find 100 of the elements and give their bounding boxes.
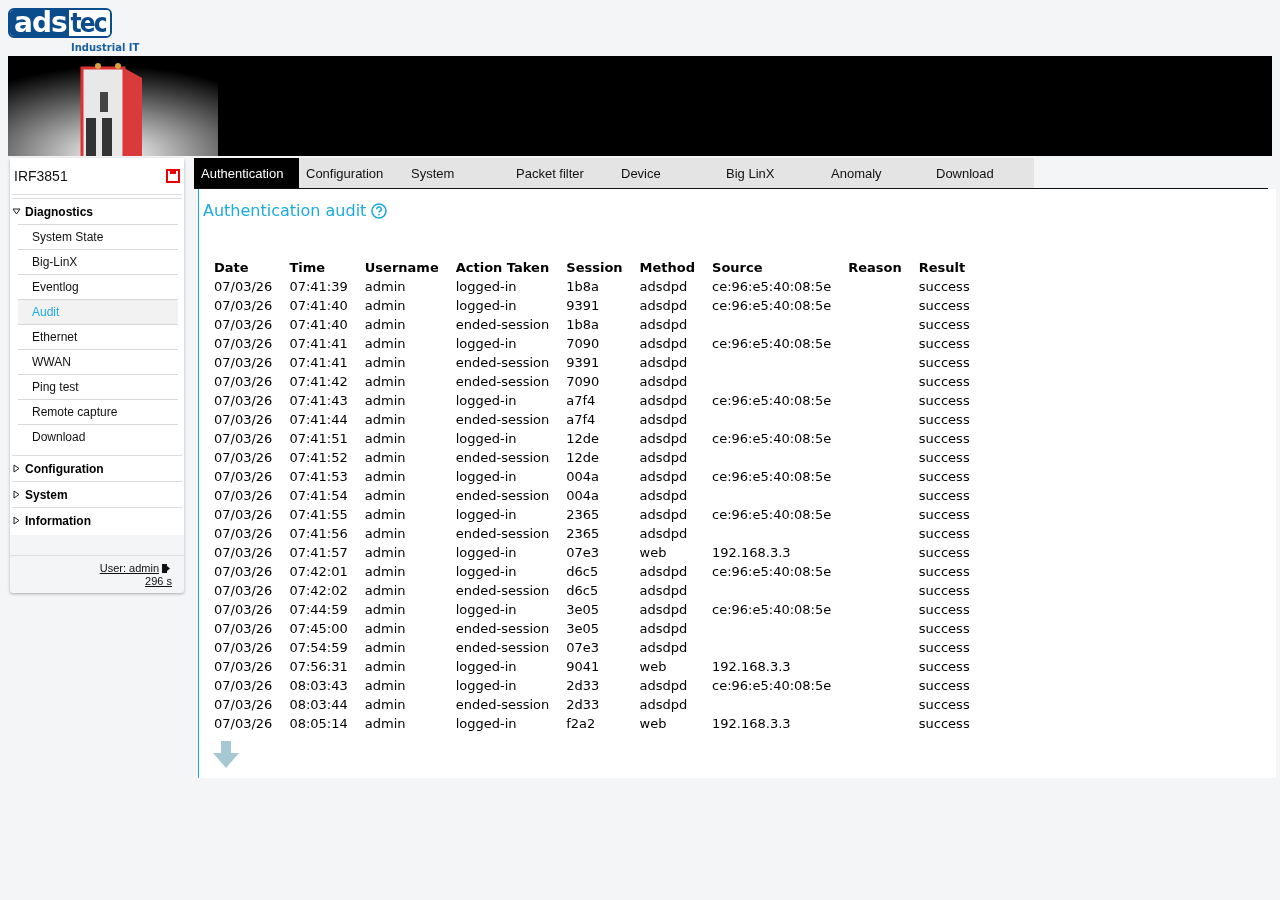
table-cell-text: ce:96:e5:40:08:5e — [711, 335, 833, 353]
table-cell-text: a7f4 — [565, 411, 597, 429]
section-label: Configuration — [25, 461, 104, 476]
table-cell-text: 07/03/26 — [213, 430, 274, 448]
table-cell-text: success — [917, 639, 971, 657]
tab[interactable]: Packet filter — [509, 158, 614, 188]
table-cell-text: ended-session — [454, 316, 551, 334]
arrow-down-icon[interactable] — [213, 741, 239, 768]
table-cell-text: adsdpd — [638, 297, 689, 315]
table-cell-text: 07/03/26 — [213, 696, 274, 714]
tab[interactable]: Configuration — [299, 158, 404, 188]
table-cell-text: logged-in — [454, 430, 518, 448]
table-cell-text: adsdpd — [638, 582, 689, 600]
table-cell-text: 07/03/26 — [213, 354, 274, 372]
table-cell-text: 07:45:00 — [288, 620, 349, 638]
table-cell-text: 07/03/26 — [213, 525, 274, 543]
tab[interactable]: Anomaly — [824, 158, 929, 188]
table-cell-text: 2d33 — [565, 696, 601, 714]
table-cell-text: adsdpd — [638, 316, 689, 334]
table-cell-text: 07/03/26 — [213, 601, 274, 619]
sidebar-section[interactable]: Configuration — [12, 455, 182, 481]
caret-down-icon — [12, 207, 21, 216]
sidebar-section[interactable]: Information — [12, 507, 182, 533]
table-cell-text: admin — [363, 506, 407, 524]
table-cell-text: success — [917, 696, 971, 714]
table-cell-text: adsdpd — [638, 601, 689, 619]
tab[interactable]: Device — [614, 158, 719, 188]
table-cell-text: 07:41:57 — [288, 544, 349, 562]
table-cell-text: 07/03/26 — [213, 449, 274, 467]
table-cell-text: success — [917, 316, 971, 334]
table-cell-text: logged-in — [454, 677, 518, 695]
table-cell-text: success — [917, 354, 971, 372]
table-cell-text: ended-session — [454, 582, 551, 600]
table-cell-text: 07/03/26 — [213, 278, 274, 296]
table-cell-text: success — [917, 525, 971, 543]
tab[interactable]: Authentication — [194, 158, 299, 188]
table-cell-text: adsdpd — [638, 335, 689, 353]
table-cell-text: logged-in — [454, 335, 518, 353]
sidebar-section[interactable]: System — [12, 481, 182, 507]
section-label: System — [25, 487, 68, 502]
table-cell-text: admin — [363, 582, 407, 600]
table-cell-text: logged-in — [454, 468, 518, 486]
table-cell-text: success — [917, 430, 971, 448]
table-cell-text: ce:96:e5:40:08:5e — [711, 506, 833, 524]
column-header: Username — [363, 259, 440, 277]
table-cell-text: 07:41:43 — [288, 392, 349, 410]
table-cell-text: 07:41:53 — [288, 468, 349, 486]
table-cell-text: admin — [363, 715, 407, 733]
table-cell-text: 07:44:59 — [288, 601, 349, 619]
column-header: Result — [917, 259, 967, 277]
table-cell-text: success — [917, 582, 971, 600]
table-cell-text: 2365 — [565, 525, 601, 543]
table-cell-text: admin — [363, 430, 407, 448]
table-cell-text: ended-session — [454, 639, 551, 657]
table-cell-text: ended-session — [454, 487, 551, 505]
table-cell-text: d6c5 — [565, 563, 600, 581]
table-cell-text: 07/03/26 — [213, 487, 274, 505]
table-cell-text: admin — [363, 392, 407, 410]
table-cell-text: adsdpd — [638, 639, 689, 657]
table-cell-text: logged-in — [454, 392, 518, 410]
table-cell-text: admin — [363, 696, 407, 714]
table-cell-text: 08:05:14 — [288, 715, 349, 733]
table-cell-text: 1b8a — [565, 278, 601, 296]
user-link[interactable]: User: admin — [99, 562, 172, 574]
table-cell-text: 07:41:42 — [288, 373, 349, 391]
table-cell-text: adsdpd — [638, 620, 689, 638]
table-cell-text: success — [917, 715, 971, 733]
table-cell-text: 07e3 — [565, 639, 601, 657]
table-cell-text: 07:41:41 — [288, 354, 349, 372]
table-cell-text: success — [917, 506, 971, 524]
table-cell-text: admin — [363, 278, 407, 296]
save-icon[interactable] — [166, 169, 180, 183]
table-cell-text: 07/03/26 — [213, 715, 274, 733]
page-title: Authentication audit — [203, 201, 367, 220]
table-cell-text: 12de — [565, 430, 601, 448]
table-cell-text: admin — [363, 639, 407, 657]
table-cell-text: ended-session — [454, 373, 551, 391]
table-cell-text: success — [917, 544, 971, 562]
logout-icon — [161, 562, 172, 574]
help-icon[interactable] — [371, 202, 388, 219]
table-cell-text: 07/03/26 — [213, 658, 274, 676]
session-timer[interactable]: 296 s — [145, 575, 172, 587]
tab[interactable]: System — [404, 158, 509, 188]
table-cell-text: 07/03/26 — [213, 411, 274, 429]
table-cell-text: adsdpd — [638, 354, 689, 372]
table-cell-text: success — [917, 278, 971, 296]
column-header: Session — [565, 259, 624, 277]
tab[interactable]: Download — [929, 158, 1034, 188]
table-cell-text: 07/03/26 — [213, 582, 274, 600]
tab[interactable]: Big LinX — [719, 158, 824, 188]
table-cell-text: 3e05 — [565, 601, 601, 619]
table-cell-text: ce:96:e5:40:08:5e — [711, 392, 833, 410]
table-cell-text: admin — [363, 297, 407, 315]
table-cell-text: success — [917, 411, 971, 429]
table-cell-text: 07:41:56 — [288, 525, 349, 543]
table-cell-text: adsdpd — [638, 696, 689, 714]
table-cell-text: adsdpd — [638, 563, 689, 581]
caret-right-icon — [12, 516, 21, 525]
table-cell-text: ended-session — [454, 411, 551, 429]
table-cell-text: 08:03:43 — [288, 677, 349, 695]
